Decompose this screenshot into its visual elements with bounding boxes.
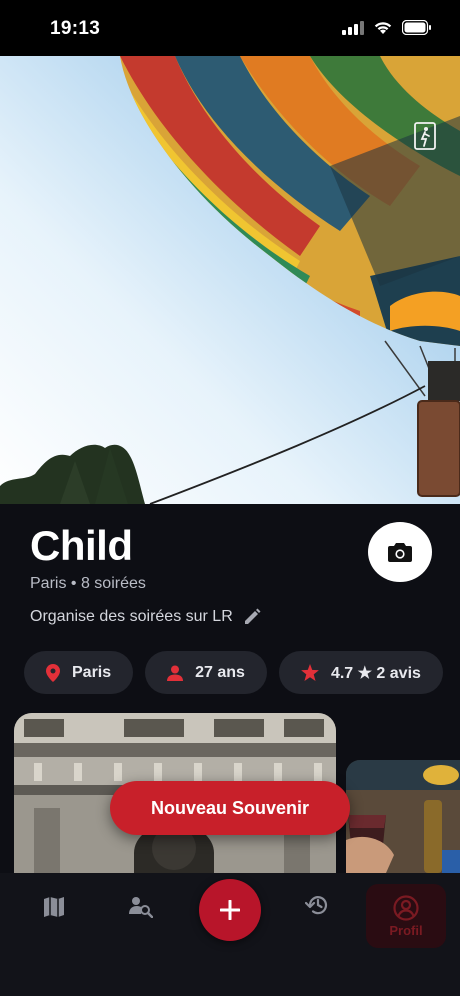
chip-age-label: 27 ans xyxy=(195,663,245,681)
nav-history[interactable] xyxy=(297,887,337,923)
bio-text: Organise des soirées sur LR xyxy=(30,608,233,625)
person-icon xyxy=(167,665,184,681)
profile-chips: Paris 27 ans 4.7 ★ 2 avis xyxy=(24,651,443,694)
sensitive-content-icon xyxy=(414,122,436,150)
new-memory-button[interactable]: Nouveau Souvenir xyxy=(110,781,350,835)
star-icon xyxy=(301,664,319,681)
change-photo-button[interactable] xyxy=(368,522,432,582)
edit-pencil-icon[interactable] xyxy=(243,608,261,626)
bio[interactable]: Organise des soirées sur LR xyxy=(30,608,261,626)
chip-age[interactable]: 27 ans xyxy=(145,651,267,694)
map-icon xyxy=(44,897,64,917)
battery-icon xyxy=(402,20,431,35)
chip-rating[interactable]: 4.7 ★ 2 avis xyxy=(278,651,443,694)
bottom-nav: Profil xyxy=(0,873,460,996)
profile-name: Child xyxy=(30,522,133,569)
user-search-icon xyxy=(129,897,153,918)
chip-rating-label: 4.7 ★ 2 avis xyxy=(330,664,421,682)
status-icons xyxy=(342,20,432,35)
history-icon xyxy=(305,896,328,915)
plus-icon xyxy=(220,900,240,920)
nav-map[interactable] xyxy=(34,889,74,925)
chip-location[interactable]: Paris xyxy=(24,651,134,694)
nav-profile[interactable]: Profil xyxy=(366,884,446,948)
wifi-icon xyxy=(374,22,392,34)
memory-card[interactable] xyxy=(346,760,460,873)
profile-meta: Paris • 8 soirées xyxy=(30,575,146,592)
profile-icon xyxy=(393,894,419,921)
status-time: 19:13 xyxy=(50,18,101,39)
nav-user-search[interactable] xyxy=(121,889,161,925)
camera-icon xyxy=(388,543,412,562)
nav-profile-label: Profil xyxy=(389,922,423,938)
cover-photo xyxy=(0,56,460,504)
chip-location-label: Paris xyxy=(72,663,112,681)
cellular-signal-icon xyxy=(342,20,364,35)
location-pin-icon xyxy=(46,663,60,682)
nav-add-button[interactable] xyxy=(199,879,261,941)
status-bar: 19:13 xyxy=(0,0,460,56)
